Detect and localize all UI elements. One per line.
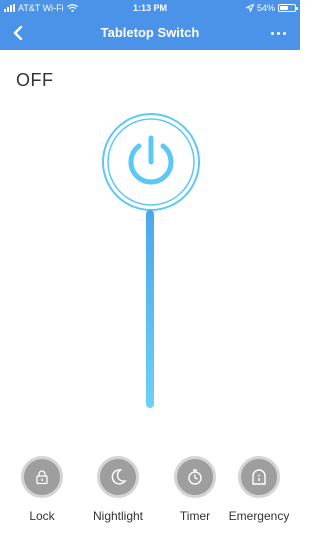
- switch-slider-track[interactable]: [146, 210, 154, 408]
- battery-fill: [280, 6, 288, 10]
- power-button[interactable]: [101, 112, 201, 212]
- timer-button[interactable]: Timer: [160, 456, 230, 523]
- more-dot: [277, 31, 280, 35]
- moon-icon: [97, 456, 139, 498]
- more-dot: [283, 31, 286, 35]
- timer-icon: [174, 456, 216, 498]
- location-arrow-icon: [245, 4, 254, 12]
- emergency-button[interactable]: Emergency: [224, 456, 294, 523]
- lock-label: Lock: [29, 509, 55, 523]
- more-dot: [271, 31, 274, 35]
- action-bar: Lock Nightlight Timer Emergency: [0, 456, 300, 526]
- battery-percent: 54%: [256, 3, 275, 13]
- nightlight-label: Nightlight: [92, 509, 144, 523]
- lock-button[interactable]: Lock: [7, 456, 77, 523]
- header: AT&T Wi-Fi 1:13 PM 54% Tabletop Switch: [0, 0, 300, 50]
- status-right: 54%: [245, 3, 298, 13]
- nav-bar: Tabletop Switch: [0, 18, 300, 48]
- timer-label: Timer: [179, 509, 211, 523]
- battery-icon: [278, 4, 298, 12]
- status-bar: AT&T Wi-Fi 1:13 PM 54%: [0, 0, 300, 16]
- switch-state-label: OFF: [16, 70, 54, 90]
- more-button[interactable]: [271, 24, 286, 42]
- emergency-icon: [238, 456, 280, 498]
- power-icon: [102, 113, 200, 211]
- lock-icon: [21, 456, 63, 498]
- page-title: Tabletop Switch: [100, 25, 200, 40]
- nightlight-button[interactable]: Nightlight: [83, 456, 153, 523]
- emergency-label: Emergency: [228, 509, 290, 523]
